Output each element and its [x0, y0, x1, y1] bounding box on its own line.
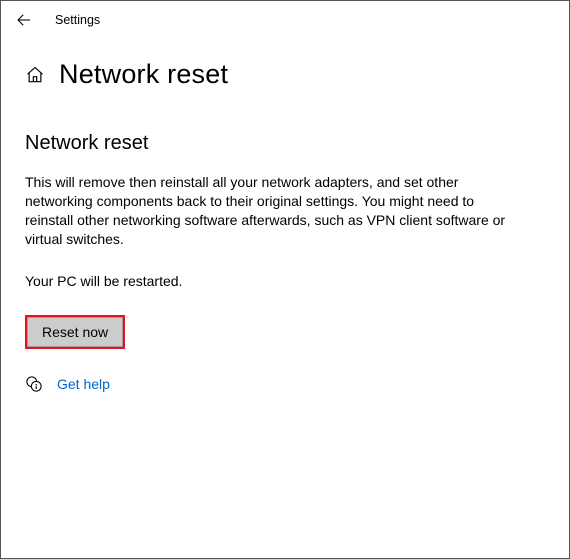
content-area: Network reset This will remove then rein… — [1, 90, 569, 393]
arrow-left-icon — [15, 11, 33, 29]
reset-button-highlight: Reset now — [25, 315, 125, 349]
section-heading: Network reset — [25, 132, 545, 155]
help-row: Get help — [25, 375, 545, 393]
restart-notice: Your PC will be restarted. — [25, 273, 545, 289]
app-title: Settings — [55, 13, 100, 27]
page-header: Network reset — [1, 35, 569, 90]
reset-now-button[interactable]: Reset now — [27, 317, 123, 347]
home-icon — [25, 65, 45, 85]
home-button[interactable] — [25, 65, 45, 85]
back-button[interactable] — [15, 11, 33, 29]
get-help-link[interactable]: Get help — [57, 376, 110, 392]
description-text: This will remove then reinstall all your… — [25, 173, 525, 249]
titlebar: Settings — [1, 1, 569, 35]
get-help-icon — [25, 375, 43, 393]
page-title: Network reset — [59, 59, 228, 90]
